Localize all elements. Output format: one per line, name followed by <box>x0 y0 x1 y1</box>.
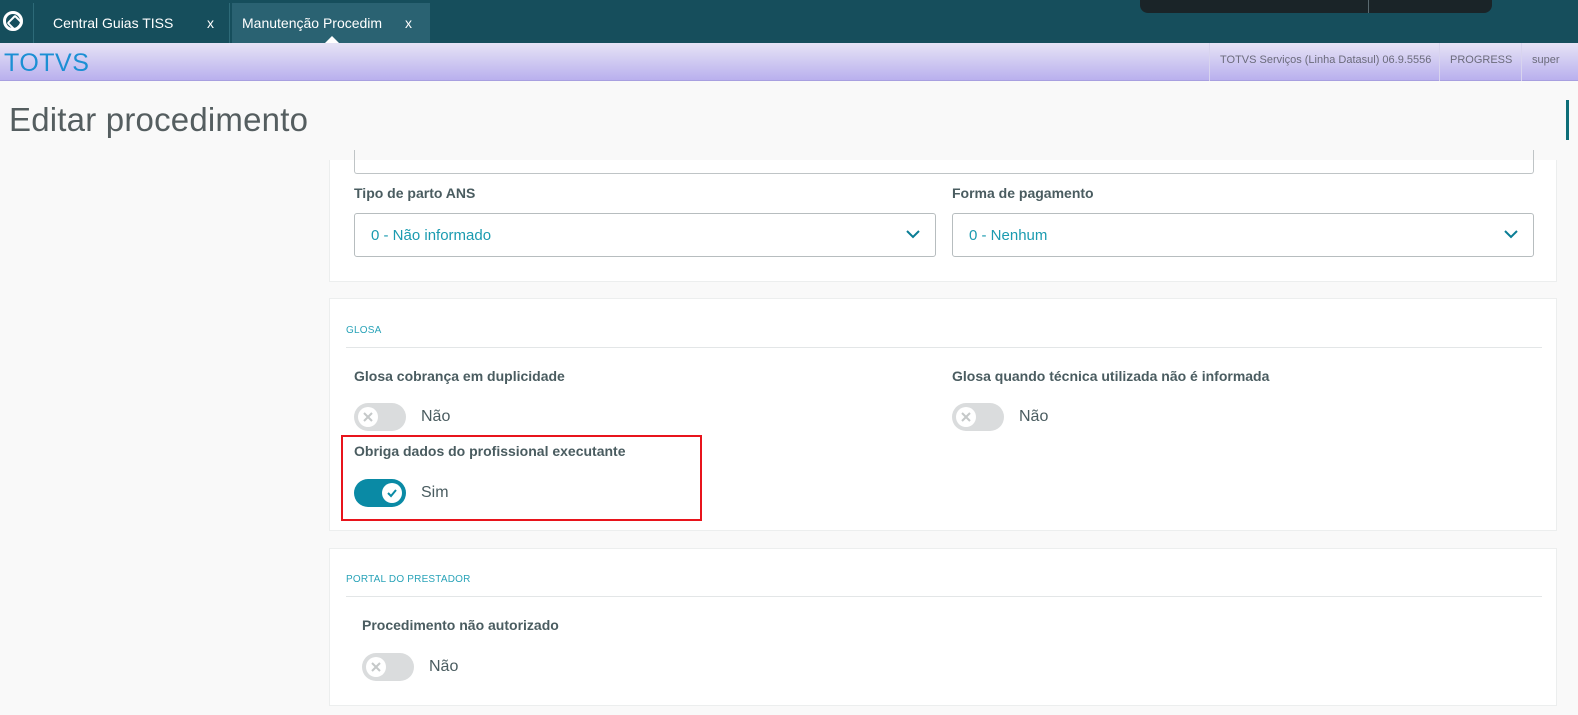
close-icon[interactable]: x <box>207 3 214 43</box>
glosa-duplicidade-toggle[interactable] <box>354 403 406 431</box>
glosa-tecnica-toggle[interactable] <box>952 403 1004 431</box>
tipo-parto-label: Tipo de parto ANS <box>354 185 476 201</box>
database-label: PROGRESS <box>1439 43 1521 81</box>
tab-manutencao-procedimento[interactable]: Manutenção Procedim x <box>232 3 430 43</box>
tab-central-guias-tiss[interactable]: Central Guias TISS x <box>33 3 230 43</box>
notification-bar <box>1140 0 1492 13</box>
tab-bar: Central Guias TISS x Manutenção Procedim… <box>0 0 1578 43</box>
close-icon <box>961 412 971 422</box>
section-title-glosa: GLOSA <box>346 325 382 336</box>
glosa-duplicidade-label: Glosa cobrança em duplicidade <box>354 368 565 384</box>
tab-label: Manutenção Procedim <box>242 15 383 31</box>
app-header: TOTVS TOTVS Serviços (Linha Datasul) 06.… <box>0 43 1578 81</box>
select-value: 0 - Não informado <box>371 227 492 244</box>
tab-label: Central Guias TISS <box>53 15 174 31</box>
close-icon[interactable]: x <box>405 3 412 43</box>
portal-prestador-card: PORTAL DO PRESTADOR Procedimento não aut… <box>329 548 1557 706</box>
chevron-down-icon <box>1504 230 1518 239</box>
toggle-state-text: Não <box>1019 408 1049 425</box>
totvs-logo-icon[interactable] <box>3 11 23 31</box>
close-icon <box>363 412 373 422</box>
highlight-annotation <box>341 435 702 521</box>
nao-autorizado-toggle[interactable] <box>362 653 414 681</box>
text-field[interactable] <box>354 150 1534 174</box>
page-title: Editar procedimento <box>9 101 309 138</box>
select-value: 0 - Nenhum <box>969 227 1048 244</box>
forma-pagamento-label: Forma de pagamento <box>952 185 1094 201</box>
section-divider <box>346 347 1542 348</box>
chevron-down-icon <box>906 230 920 239</box>
glosa-tecnica-label: Glosa quando técnica utilizada não é inf… <box>952 368 1270 384</box>
forma-pagamento-select[interactable]: 0 - Nenhum <box>952 213 1534 257</box>
close-icon <box>371 662 381 672</box>
tipo-parto-select[interactable]: 0 - Não informado <box>354 213 936 257</box>
toggle-knob <box>358 407 378 427</box>
user-menu[interactable]: super <box>1521 43 1578 81</box>
system-version: TOTVS Serviços (Linha Datasul) 06.9.5556 <box>1209 43 1439 81</box>
toggle-knob <box>366 657 386 677</box>
procedure-details-card: Tipo de parto ANS 0 - Não informado Form… <box>329 150 1557 282</box>
toggle-knob <box>956 407 976 427</box>
toggle-state-text: Não <box>429 658 459 675</box>
scroll-indicator <box>1566 100 1569 140</box>
section-title-portal: PORTAL DO PRESTADOR <box>346 574 471 585</box>
toggle-state-text: Não <box>421 408 451 425</box>
brand-logo: TOTVS <box>4 49 90 77</box>
section-divider <box>346 596 1542 597</box>
nao-autorizado-label: Procedimento não autorizado <box>362 617 559 633</box>
